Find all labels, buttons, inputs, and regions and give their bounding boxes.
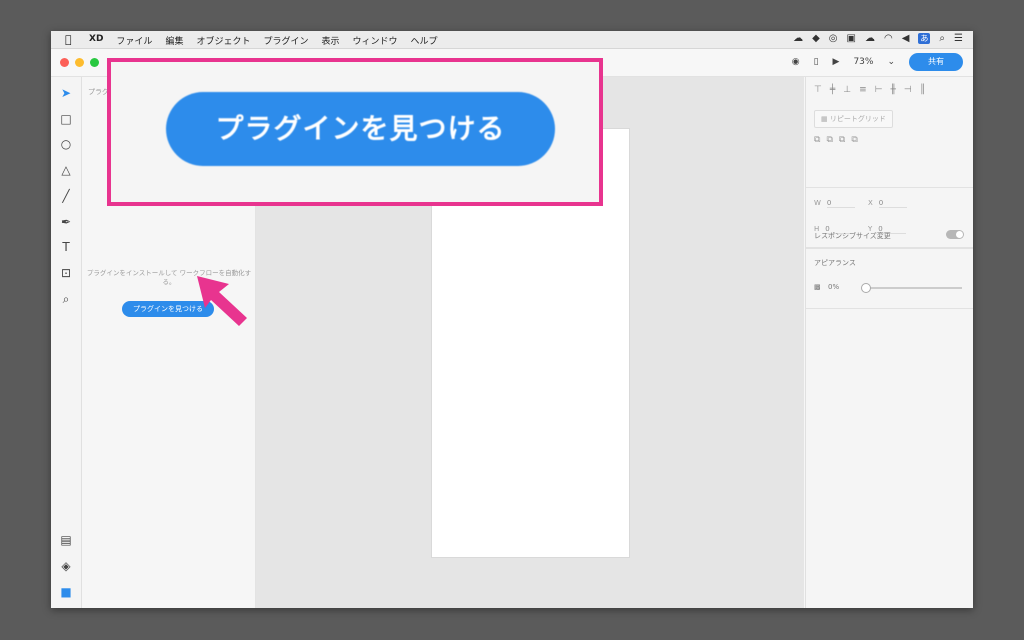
align-top-icon[interactable]: ⊤: [814, 85, 822, 95]
opacity-slider-handle[interactable]: [861, 283, 871, 293]
zoom-window-button[interactable]: [90, 58, 99, 67]
boolean-buttons: ⧉ ⧉ ⧉ ⧉: [814, 135, 858, 145]
distribute-vertical-icon[interactable]: ≡: [859, 85, 867, 95]
creative-cloud-icon[interactable]: ◎: [829, 33, 838, 44]
pointer-arrow-icon: [197, 276, 247, 326]
notification-icon[interactable]: ▣: [847, 33, 856, 44]
intersect-icon[interactable]: ⧉: [839, 135, 845, 145]
property-inspector: ⊤ ╪ ⊥ ≡ ⊢ ╫ ⊣ ║ ▦ リピートグリッド ⧉ ⧉ ⧉ ⧉ W0 X0…: [805, 77, 973, 608]
zoom-level[interactable]: 73%: [853, 57, 873, 67]
line-tool-icon[interactable]: ╱: [58, 188, 74, 204]
menu-items: XD ファイル 編集 オブジェクト プラグイン 表示 ウィンドウ ヘルプ: [89, 34, 438, 47]
dropbox-icon[interactable]: ◆: [812, 33, 820, 44]
mac-menubar:  XD ファイル 編集 オブジェクト プラグイン 表示 ウィンドウ ヘルプ ☁…: [51, 31, 973, 49]
plugins-icon[interactable]: ■: [58, 584, 74, 600]
menu-object[interactable]: オブジェクト: [196, 34, 250, 47]
exclude-icon[interactable]: ⧉: [851, 135, 857, 145]
panel-title: プラグ: [88, 88, 109, 96]
responsive-resize-label: レスポンシブサイズ変更: [814, 232, 891, 240]
repeat-grid-label: リピートグリッド: [829, 115, 886, 123]
notification-center-icon[interactable]: ☰: [954, 33, 963, 44]
text-tool-icon[interactable]: T: [58, 239, 74, 255]
divider: [806, 307, 973, 309]
menu-view[interactable]: 表示: [321, 34, 339, 47]
align-buttons: ⊤ ╪ ⊥ ≡ ⊢ ╫ ⊣ ║: [814, 85, 925, 95]
minimize-window-button[interactable]: [75, 58, 84, 67]
menu-file[interactable]: ファイル: [116, 34, 152, 47]
repeat-grid-icon: ▦: [821, 115, 830, 123]
polygon-tool-icon[interactable]: △: [58, 162, 74, 178]
rectangle-tool-icon[interactable]: □: [58, 111, 74, 127]
zoom-tool-icon[interactable]: ⌕: [58, 291, 74, 307]
menu-help[interactable]: ヘルプ: [411, 34, 438, 47]
apple-icon[interactable]: : [65, 33, 72, 46]
cloud-upload-icon[interactable]: ☁: [865, 33, 875, 44]
align-middle-icon[interactable]: ╪: [830, 85, 835, 95]
opacity-value[interactable]: 0%: [828, 283, 839, 291]
pen-tool-icon[interactable]: ✒: [58, 214, 74, 230]
volume-icon[interactable]: ◀: [902, 33, 910, 44]
menu-xd[interactable]: XD: [89, 34, 103, 47]
spotlight-search-icon[interactable]: ⌕: [939, 33, 945, 44]
add-icon[interactable]: ⧉: [814, 135, 820, 145]
distribute-horizontal-icon[interactable]: ║: [920, 85, 925, 95]
zoom-callout: プラグインを見つける: [107, 58, 603, 206]
align-right-icon[interactable]: ⊣: [904, 85, 912, 95]
ellipse-tool-icon[interactable]: ○: [58, 136, 74, 152]
menu-edit[interactable]: 編集: [165, 34, 183, 47]
menu-plugins[interactable]: プラグイン: [263, 34, 308, 47]
align-center-icon[interactable]: ╫: [891, 85, 896, 95]
subtract-icon[interactable]: ⧉: [826, 135, 832, 145]
assets-icon[interactable]: ▤: [58, 532, 74, 548]
opacity-icon: ▩: [814, 283, 821, 291]
play-icon[interactable]: ▶: [833, 57, 840, 67]
divider: [806, 247, 973, 249]
zoomed-find-plugins-button: プラグインを見つける: [166, 92, 555, 166]
align-section: ⊤ ╪ ⊥ ≡ ⊢ ╫ ⊣ ║ ▦ リピートグリッド ⧉ ⧉ ⧉ ⧉: [806, 77, 973, 188]
chevron-down-icon[interactable]: ⌄: [887, 57, 895, 67]
creative-cloud-sync-icon[interactable]: ☁: [793, 33, 803, 44]
artboard-tool-icon[interactable]: ⊡: [58, 265, 74, 281]
appearance-heading: アピアランス: [814, 259, 856, 267]
opacity-slider[interactable]: [862, 287, 962, 289]
close-window-button[interactable]: [60, 58, 69, 67]
select-tool-icon[interactable]: ➤: [58, 85, 74, 101]
toolbar-right: ◉ ▯ ▶ 73% ⌄ 共有: [792, 53, 963, 71]
share-button[interactable]: 共有: [909, 53, 963, 71]
width-field[interactable]: W0: [814, 199, 855, 208]
input-method-icon[interactable]: あ: [918, 33, 931, 44]
menubar-status: ☁ ◆ ◎ ▣ ☁ ◠ ◀ あ ⌕ ☰: [793, 33, 963, 44]
repeat-grid-button[interactable]: ▦ リピートグリッド: [814, 110, 893, 128]
align-left-icon[interactable]: ⊢: [875, 85, 883, 95]
wifi-icon[interactable]: ◠: [884, 33, 893, 44]
x-field[interactable]: X0: [868, 199, 907, 208]
layers-icon[interactable]: ◈: [58, 558, 74, 574]
menu-window[interactable]: ウィンドウ: [353, 34, 398, 47]
user-icon[interactable]: ◉: [792, 57, 800, 67]
tool-sidebar: ➤ □ ○ △ ╱ ✒ T ⊡ ⌕ ▤ ◈ ■: [51, 77, 82, 608]
device-preview-icon[interactable]: ▯: [814, 57, 819, 67]
responsive-resize-toggle[interactable]: [946, 230, 964, 239]
align-bottom-icon[interactable]: ⊥: [843, 85, 851, 95]
